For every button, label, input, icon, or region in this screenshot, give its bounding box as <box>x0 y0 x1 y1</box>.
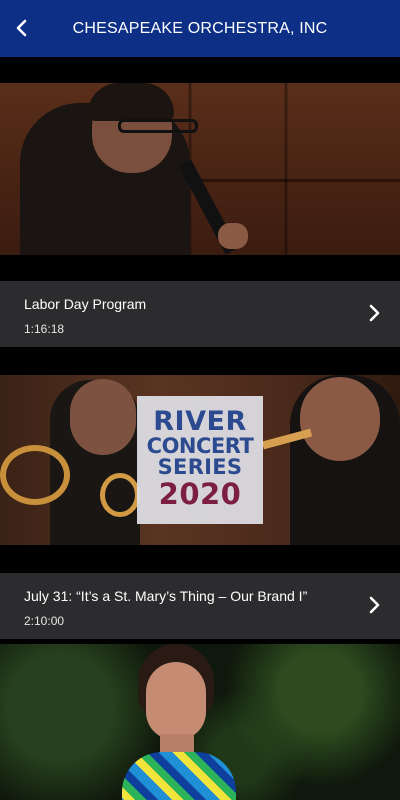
page-title: CHESAPEAKE ORCHESTRA, INC <box>72 19 328 37</box>
french-horn-instrument <box>0 445 70 505</box>
trumpet-bell <box>100 473 140 517</box>
logo-line: SERIES <box>157 455 243 479</box>
logo-year: 2020 <box>158 477 242 511</box>
speaker-face <box>146 662 206 740</box>
video-thumbnail[interactable] <box>0 644 400 800</box>
musician-head <box>70 379 136 455</box>
logo-line: CONCERT <box>146 434 254 458</box>
musician-glasses <box>118 119 198 133</box>
video-info-bar[interactable]: July 31: “It’s a St. Mary’s Thing – Our … <box>0 573 400 639</box>
wall-panel-divider <box>190 179 400 182</box>
video-title: Labor Day Program <box>24 296 147 312</box>
video-title: July 31: “It’s a St. Mary’s Thing – Our … <box>24 588 308 604</box>
video-thumbnail[interactable]: RIVER CONCERT SERIES 2020 <box>0 375 400 545</box>
video-duration: 2:10:00 <box>24 614 65 628</box>
app-header: CHESAPEAKE ORCHESTRA, INC <box>0 0 400 57</box>
musician-hand <box>218 223 248 249</box>
musician-hair <box>88 83 174 121</box>
video-duration: 1:16:18 <box>24 322 65 336</box>
video-info-bar[interactable]: Labor Day Program 1:16:18 <box>0 281 400 347</box>
river-concert-series-logo: RIVER CONCERT SERIES 2020 <box>137 396 263 524</box>
video-thumbnail[interactable] <box>0 83 400 255</box>
chevron-right-icon[interactable] <box>368 595 382 615</box>
logo-line: RIVER <box>153 406 247 437</box>
speaker-dress <box>122 752 236 800</box>
video-feed[interactable]: Labor Day Program 1:16:18 RIVER CONCERT … <box>0 57 400 800</box>
chevron-right-icon[interactable] <box>368 303 382 323</box>
back-button[interactable] <box>8 14 36 42</box>
back-arrow-icon <box>16 19 27 37</box>
musician-head <box>300 377 380 461</box>
